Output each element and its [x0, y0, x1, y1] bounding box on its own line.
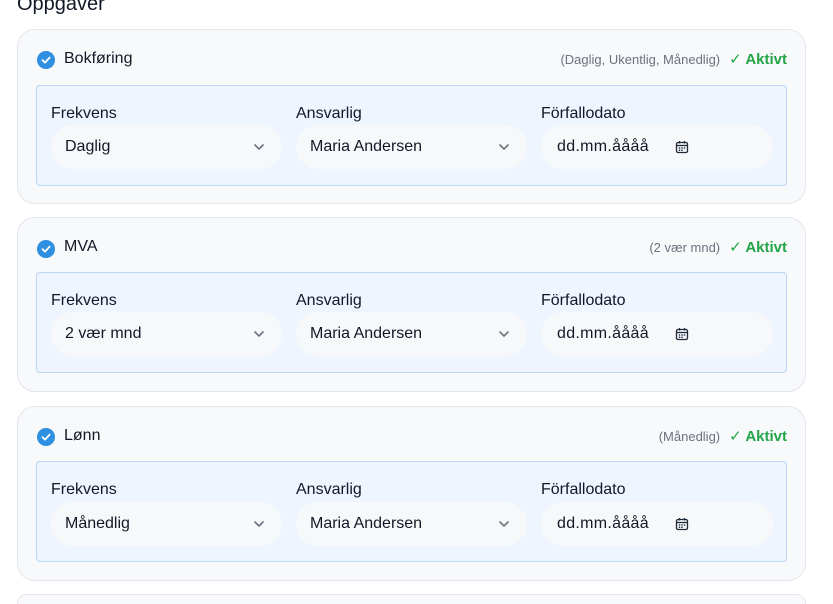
- frequency-label: Frekvens: [51, 105, 117, 122]
- due-date-field: Förfallodato: [541, 480, 626, 500]
- frequency-select-value: Daglig: [65, 138, 111, 155]
- responsible-select[interactable]: Maria Andersen: [296, 502, 527, 546]
- responsible-field: Ansvarlig: [296, 291, 362, 311]
- task-settings-panel: Frekvens Ansvarlig Förfallodato 2 vær mn…: [36, 272, 787, 373]
- due-date-input[interactable]: dd.mm.åååå: [541, 125, 773, 169]
- responsible-select[interactable]: Maria Andersen: [296, 312, 527, 356]
- chevron-down-icon: [499, 331, 509, 337]
- task-name: Bokføring: [64, 50, 133, 67]
- responsible-field: Ansvarlig: [296, 480, 362, 500]
- task-header-meta: (Daglig, Ukentlig, Månedlig) ✓ Aktivt: [560, 50, 787, 68]
- due-date-placeholder: dd.mm.åååå: [557, 138, 649, 155]
- task-card-lonn: Lønn (Månedlig) ✓ Aktivt Frekvens Ansvar…: [17, 406, 806, 581]
- frequency-select-value: Månedlig: [65, 515, 130, 532]
- calendar-icon[interactable]: [675, 140, 689, 154]
- task-header: MVA (2 vær mnd) ✓ Aktivt: [18, 218, 805, 274]
- responsible-field: Ansvarlig: [296, 104, 362, 124]
- task-settings-panel: Frekvens Ansvarlig Förfallodato Månedlig…: [36, 461, 787, 562]
- due-date-input[interactable]: dd.mm.åååå: [541, 502, 773, 546]
- task-card-next: [17, 594, 806, 604]
- responsible-select-value: Maria Andersen: [310, 138, 423, 155]
- due-date-placeholder: dd.mm.åååå: [557, 325, 649, 342]
- due-date-label: Förfallodato: [541, 292, 626, 309]
- tasks-page: Oppgaver Bokføring (Daglig, Ukentlig, Må…: [0, 0, 833, 604]
- frequency-select-value: 2 vær mnd: [65, 325, 142, 342]
- task-header-meta: (Månedlig) ✓ Aktivt: [659, 427, 787, 445]
- frequency-select[interactable]: 2 vær mnd: [51, 312, 282, 356]
- frequency-field: Frekvens: [51, 480, 117, 500]
- check-circle-icon[interactable]: [37, 51, 55, 69]
- task-header: Lønn (Månedlig) ✓ Aktivt: [18, 407, 805, 463]
- frequency-summary: (2 vær mnd): [649, 240, 721, 255]
- task-card-bokforing: Bokføring (Daglig, Ukentlig, Månedlig) ✓…: [17, 29, 806, 204]
- frequency-field: Frekvens: [51, 104, 117, 124]
- frequency-field: Frekvens: [51, 291, 117, 311]
- check-circle-icon[interactable]: [37, 240, 55, 258]
- frequency-select[interactable]: Månedlig: [51, 502, 282, 546]
- status-badge: ✓ Aktivt: [729, 51, 787, 68]
- check-circle-icon[interactable]: [37, 428, 55, 446]
- responsible-label: Ansvarlig: [296, 481, 362, 498]
- due-date-field: Förfallodato: [541, 291, 626, 311]
- due-date-label: Förfallodato: [541, 105, 626, 122]
- calendar-icon[interactable]: [675, 517, 689, 531]
- chevron-down-icon: [499, 144, 509, 150]
- task-header-meta: (2 vær mnd) ✓ Aktivt: [649, 238, 787, 256]
- frequency-summary: (Månedlig): [658, 429, 721, 444]
- task-name: Lønn: [64, 427, 101, 444]
- chevron-down-icon: [254, 521, 264, 527]
- chevron-down-icon: [254, 144, 264, 150]
- responsible-select[interactable]: Maria Andersen: [296, 125, 527, 169]
- chevron-down-icon: [499, 521, 509, 527]
- task-header: Bokføring (Daglig, Ukentlig, Månedlig) ✓…: [18, 30, 805, 86]
- task-settings-panel: Frekvens Ansvarlig Förfallodato Daglig M…: [36, 85, 787, 186]
- due-date-input[interactable]: dd.mm.åååå: [541, 312, 773, 356]
- frequency-summary: (Daglig, Ukentlig, Månedlig): [560, 52, 721, 67]
- calendar-icon[interactable]: [675, 327, 689, 341]
- responsible-select-value: Maria Andersen: [310, 325, 423, 342]
- task-name: MVA: [64, 238, 98, 255]
- status-badge: ✓ Aktivt: [729, 428, 787, 445]
- due-date-placeholder: dd.mm.åååå: [557, 515, 649, 532]
- frequency-label: Frekvens: [51, 292, 117, 309]
- frequency-select[interactable]: Daglig: [51, 125, 282, 169]
- due-date-label: Förfallodato: [541, 481, 626, 498]
- section-title: Oppgaver: [17, 0, 105, 15]
- responsible-label: Ansvarlig: [296, 292, 362, 309]
- status-badge: ✓ Aktivt: [729, 239, 787, 256]
- chevron-down-icon: [254, 331, 264, 337]
- due-date-field: Förfallodato: [541, 104, 626, 124]
- task-card-mva: MVA (2 vær mnd) ✓ Aktivt Frekvens Ansvar…: [17, 217, 806, 392]
- frequency-label: Frekvens: [51, 481, 117, 498]
- responsible-select-value: Maria Andersen: [310, 515, 423, 532]
- responsible-label: Ansvarlig: [296, 105, 362, 122]
